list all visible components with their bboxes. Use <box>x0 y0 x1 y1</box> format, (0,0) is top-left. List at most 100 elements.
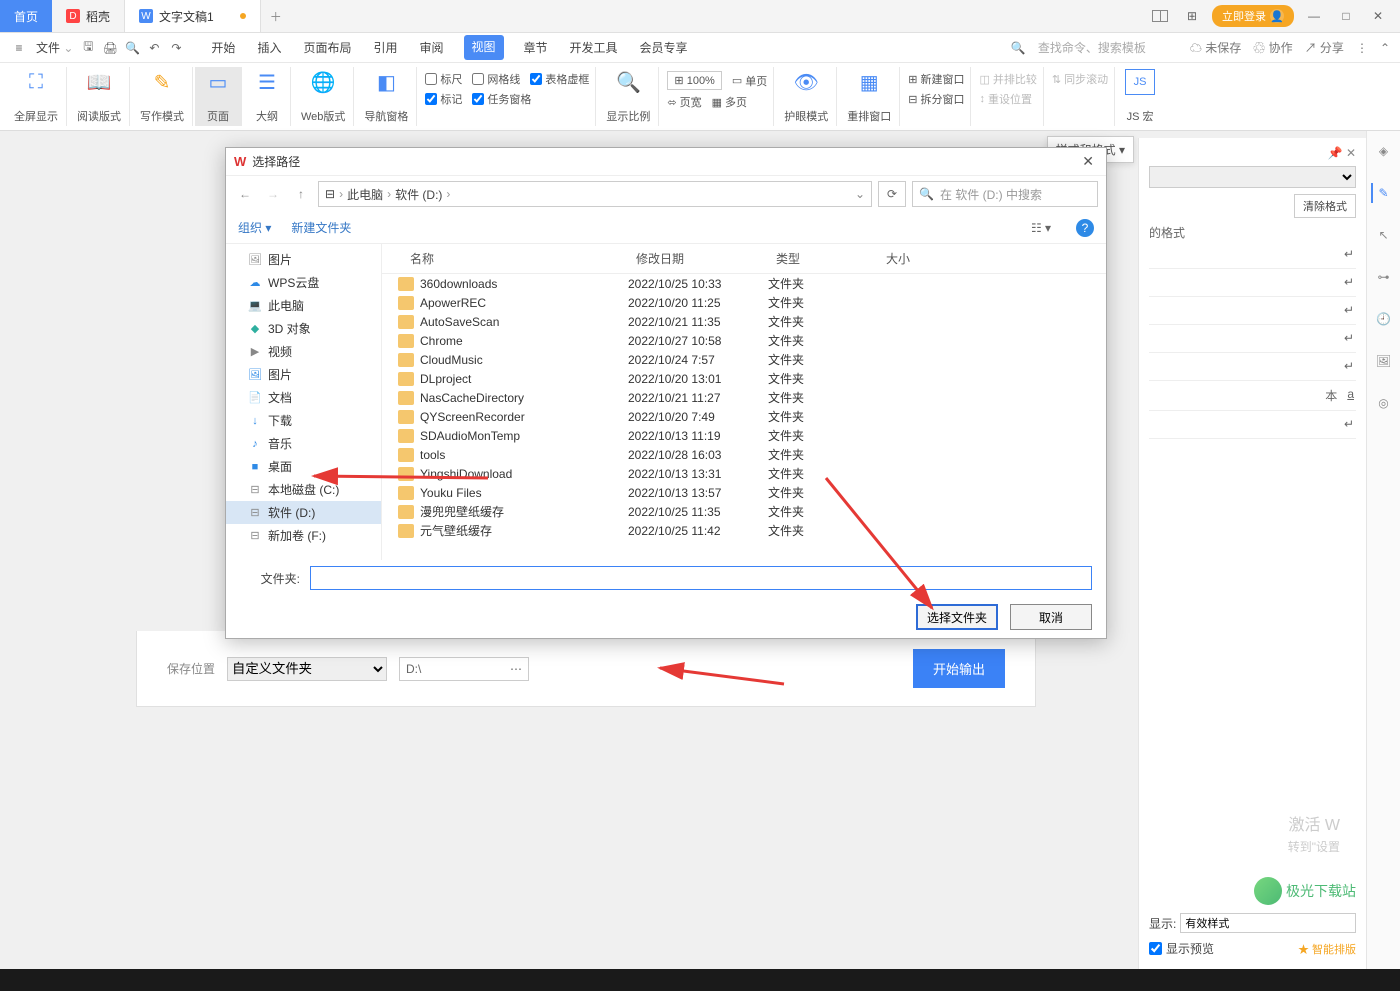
zoom-ratio-button[interactable]: 🔍显示比例 <box>598 67 659 126</box>
select-folder-button[interactable]: 选择文件夹 <box>916 604 998 630</box>
address-dropdown-icon[interactable]: ⌄ <box>855 187 865 201</box>
tab-insert[interactable]: 插入 <box>255 35 283 60</box>
clear-format-button[interactable]: 清除格式 <box>1294 194 1356 218</box>
format-entry[interactable]: ↵ <box>1149 269 1356 297</box>
pin-icon[interactable]: 📌 <box>1328 146 1343 160</box>
format-entry[interactable]: ↵ <box>1149 241 1356 269</box>
more-icon[interactable]: ⋮ <box>1356 41 1368 55</box>
login-button[interactable]: 立即登录👤 <box>1212 5 1294 27</box>
file-row[interactable]: 漫兜兜壁纸缓存2022/10/25 11:35文件夹 <box>382 502 1106 521</box>
col-size[interactable]: 大小 <box>878 248 958 269</box>
marks-checkbox[interactable]: 标记 <box>425 91 462 107</box>
ruler-checkbox[interactable]: 标尺 <box>425 71 462 87</box>
gridlines-checkbox[interactable]: 网格线 <box>472 71 520 87</box>
tree-item[interactable]: 🖼图片 <box>226 363 381 386</box>
minimize-button[interactable]: — <box>1302 4 1326 28</box>
dialog-search[interactable]: 🔍在 软件 (D:) 中搜索 <box>912 181 1098 207</box>
file-row[interactable]: NasCacheDirectory2022/10/21 11:27文件夹 <box>382 388 1106 407</box>
file-row[interactable]: SDAudioMonTemp2022/10/13 11:19文件夹 <box>382 426 1106 445</box>
page-view-button[interactable]: ▭页面 <box>195 67 242 126</box>
folder-input[interactable] <box>310 566 1092 590</box>
file-row[interactable]: Youku Files2022/10/13 13:57文件夹 <box>382 483 1106 502</box>
share-button[interactable]: ↗ 分享 <box>1305 39 1344 56</box>
save-icon[interactable]: 🖫 <box>79 39 97 57</box>
table-virtual-checkbox[interactable]: 表格虚框 <box>530 71 589 87</box>
file-row[interactable]: CloudMusic2022/10/24 7:57文件夹 <box>382 350 1106 369</box>
rail-pencil-icon[interactable]: ✎ <box>1371 183 1391 203</box>
write-mode-button[interactable]: ✎写作模式 <box>132 67 193 126</box>
close-panel-icon[interactable]: ✕ <box>1346 146 1356 160</box>
side-by-side-button[interactable]: ◫ 并排比较 <box>979 71 1036 87</box>
format-entry[interactable]: ↵ <box>1149 411 1356 439</box>
show-value-input[interactable] <box>1180 913 1356 933</box>
undo-icon[interactable]: ↶ <box>145 39 163 57</box>
file-row[interactable]: DLproject2022/10/20 13:01文件夹 <box>382 369 1106 388</box>
outline-button[interactable]: ☰大纲 <box>244 67 291 126</box>
fullscreen-button[interactable]: ⛶全屏显示 <box>6 67 67 126</box>
refresh-button[interactable]: ⟳ <box>878 181 906 207</box>
path-box[interactable]: D:\⋯ <box>399 657 529 681</box>
redo-icon[interactable]: ↷ <box>167 39 185 57</box>
format-entry[interactable]: 本 a <box>1149 381 1356 411</box>
tab-pagelayout[interactable]: 页面布局 <box>301 35 353 60</box>
layout-icon[interactable] <box>1148 4 1172 28</box>
tree-item[interactable]: ♪音乐 <box>226 432 381 455</box>
dialog-close-button[interactable]: ✕ <box>1078 153 1098 170</box>
tab-document[interactable]: W文字文稿1 <box>125 0 261 32</box>
multi-page-button[interactable]: ▦ 多页 <box>712 94 747 110</box>
tree-item[interactable]: ◆3D 对象 <box>226 317 381 340</box>
preview-checkbox[interactable] <box>1149 942 1162 955</box>
file-row[interactable]: tools2022/10/28 16:03文件夹 <box>382 445 1106 464</box>
tab-home[interactable]: 首页 <box>0 0 52 32</box>
close-button[interactable]: ✕ <box>1366 4 1390 28</box>
page-width-button[interactable]: ⬄ 页宽 <box>667 94 701 110</box>
tree-item[interactable]: ▶视频 <box>226 340 381 363</box>
maximize-button[interactable]: □ <box>1334 4 1358 28</box>
up-button[interactable]: ↑ <box>290 183 312 205</box>
tree-item[interactable]: ■桌面 <box>226 455 381 478</box>
read-mode-button[interactable]: 📖阅读版式 <box>69 67 130 126</box>
view-mode-button[interactable]: ☷ ▾ <box>1026 221 1056 235</box>
organize-button[interactable]: 组织 ▾ <box>238 219 271 236</box>
tab-review[interactable]: 审阅 <box>417 35 445 60</box>
one-page-button[interactable]: ▭ 单页 <box>732 71 767 90</box>
web-view-button[interactable]: 🌐Web版式 <box>293 67 354 126</box>
unsaved-indicator[interactable]: ☁ 未保存 <box>1190 39 1241 56</box>
grid-icon[interactable]: ⊞ <box>1180 4 1204 28</box>
tab-shell[interactable]: D稻壳 <box>52 0 125 32</box>
style-select[interactable] <box>1149 166 1356 188</box>
tree-item[interactable]: ↓下载 <box>226 409 381 432</box>
browse-icon[interactable]: ⋯ <box>510 662 522 676</box>
tab-section[interactable]: 章节 <box>522 35 550 60</box>
save-location-select[interactable]: 自定义文件夹 <box>227 657 387 681</box>
tree-item[interactable]: ⊟本地磁盘 (C:) <box>226 478 381 501</box>
rail-tag-icon[interactable]: ◎ <box>1374 393 1394 413</box>
back-button[interactable]: ← <box>234 183 256 205</box>
format-entry[interactable]: ↵ <box>1149 353 1356 381</box>
col-date[interactable]: 修改日期 <box>628 248 768 269</box>
search-icon[interactable]: 🔍 <box>1011 41 1026 55</box>
format-entry[interactable]: ↵ <box>1149 325 1356 353</box>
rail-cursor-icon[interactable]: ↖ <box>1374 225 1394 245</box>
expand-icon[interactable]: ⌃ <box>1380 41 1390 55</box>
tree-item[interactable]: ⊟软件 (D:) <box>226 501 381 524</box>
start-export-button[interactable]: 开始输出 <box>913 649 1005 688</box>
rail-clock-icon[interactable]: 🕘 <box>1374 309 1394 329</box>
format-entry[interactable]: ↵ <box>1149 297 1356 325</box>
tree-item[interactable]: 📄文档 <box>226 386 381 409</box>
rail-settings-icon[interactable]: ⊶ <box>1374 267 1394 287</box>
tab-member[interactable]: 会员专享 <box>638 35 690 60</box>
js-macro-button[interactable]: JSJS 宏 <box>1117 67 1163 126</box>
cancel-button[interactable]: 取消 <box>1010 604 1092 630</box>
forward-button[interactable]: → <box>262 183 284 205</box>
help-button[interactable]: ? <box>1076 219 1094 237</box>
zoom-value[interactable]: ⊞ 100% <box>667 71 721 90</box>
command-search[interactable]: 查找命令、搜索模板 <box>1038 39 1178 56</box>
address-bar[interactable]: ⊟› 此电脑› 软件 (D:)› ⌄ <box>318 181 872 207</box>
file-row[interactable]: AutoSaveScan2022/10/21 11:35文件夹 <box>382 312 1106 331</box>
tree-item[interactable]: 🖼图片 <box>226 248 381 271</box>
rail-image-icon[interactable]: 🖼 <box>1374 351 1394 371</box>
taskpane-checkbox[interactable]: 任务窗格 <box>472 91 531 107</box>
new-window-button[interactable]: ⊞ 新建窗口 <box>908 71 964 87</box>
tree-item[interactable]: ☁WPS云盘 <box>226 271 381 294</box>
